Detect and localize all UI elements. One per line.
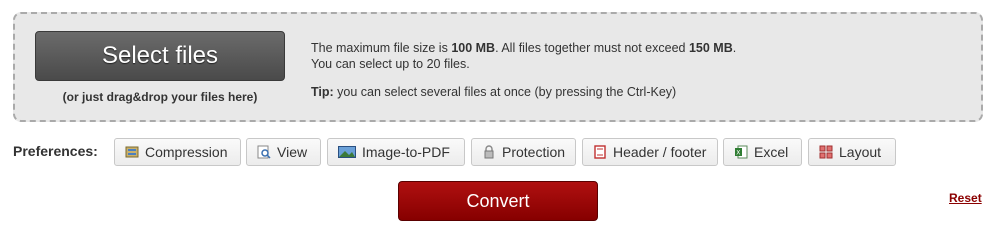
- tip-label: Tip:: [311, 85, 334, 99]
- excel-icon: X: [734, 145, 748, 159]
- view-label: View: [277, 144, 308, 160]
- max-size-middle: . All files together must not exceed: [495, 41, 689, 55]
- image-to-pdf-button[interactable]: Image-to-PDF: [327, 138, 465, 166]
- layout-label: Layout: [839, 144, 882, 160]
- file-drop-zone[interactable]: Select files (or just drag&drop your fil…: [13, 12, 983, 122]
- layout-grid-icon: [819, 145, 833, 159]
- upload-limits-info: The maximum file size is 100 MB. All fil…: [311, 40, 736, 100]
- document-icon: [593, 145, 607, 159]
- max-file-size: 100 MB: [451, 41, 496, 55]
- protection-button[interactable]: Protection: [471, 138, 576, 166]
- header-footer-label: Header / footer: [613, 144, 707, 160]
- excel-button[interactable]: X Excel: [723, 138, 802, 166]
- tip-text: you can select several files at once (by…: [333, 85, 677, 99]
- file-count-line: You can select up to 20 files.: [311, 57, 470, 71]
- reset-link[interactable]: Reset: [949, 191, 982, 205]
- max-size-prefix: The maximum file size is: [311, 41, 452, 55]
- drag-drop-hint: (or just drag&drop your files here): [62, 90, 258, 104]
- image-icon: [338, 145, 356, 159]
- preferences-label: Preferences:: [13, 143, 98, 159]
- compression-button[interactable]: Compression: [114, 138, 241, 166]
- excel-label: Excel: [754, 144, 789, 160]
- header-footer-button[interactable]: Header / footer: [582, 138, 718, 166]
- protection-label: Protection: [502, 144, 566, 160]
- max-total-size: 150 MB: [688, 41, 733, 55]
- compression-icon: [125, 145, 139, 159]
- svg-text:X: X: [736, 150, 740, 157]
- max-size-line: The maximum file size is 100 MB. All fil…: [311, 40, 736, 56]
- view-button[interactable]: View: [246, 138, 321, 166]
- convert-button[interactable]: Convert: [398, 181, 598, 221]
- tip-line: Tip: you can select several files at onc…: [311, 84, 736, 100]
- lock-icon: [482, 145, 496, 159]
- layout-button[interactable]: Layout: [808, 138, 896, 166]
- select-files-button[interactable]: Select files: [35, 31, 285, 81]
- compression-label: Compression: [145, 144, 228, 160]
- max-size-suffix: .: [732, 41, 737, 55]
- magnifier-icon: [257, 145, 271, 159]
- image-to-pdf-label: Image-to-PDF: [362, 144, 450, 160]
